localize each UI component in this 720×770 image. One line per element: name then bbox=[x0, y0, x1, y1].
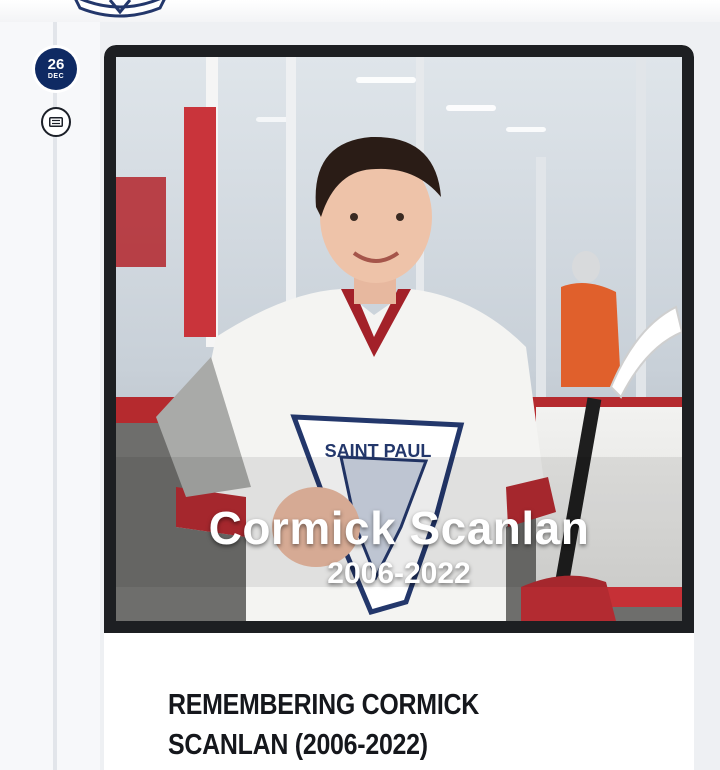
newspaper-icon bbox=[49, 117, 63, 127]
date-day: 26 bbox=[47, 56, 65, 73]
image-overlay-name: Cormick Scanlan bbox=[208, 502, 590, 554]
team-logo[interactable] bbox=[70, 0, 170, 20]
news-post-card[interactable]: SAINT PAUL Cormick Scanlan 2006-2022 REM… bbox=[104, 45, 694, 770]
date-badge: 26 DEC bbox=[35, 48, 77, 90]
image-overlay-years: 2006-2022 bbox=[327, 557, 471, 590]
site-header bbox=[0, 0, 720, 22]
date-month: DEC bbox=[47, 73, 65, 80]
post-type-badge[interactable] bbox=[41, 107, 71, 137]
post-title[interactable]: REMEMBERING CORMICK SCANLAN (2006-2022) bbox=[168, 685, 581, 765]
post-image[interactable]: SAINT PAUL Cormick Scanlan 2006-2022 bbox=[104, 45, 694, 633]
